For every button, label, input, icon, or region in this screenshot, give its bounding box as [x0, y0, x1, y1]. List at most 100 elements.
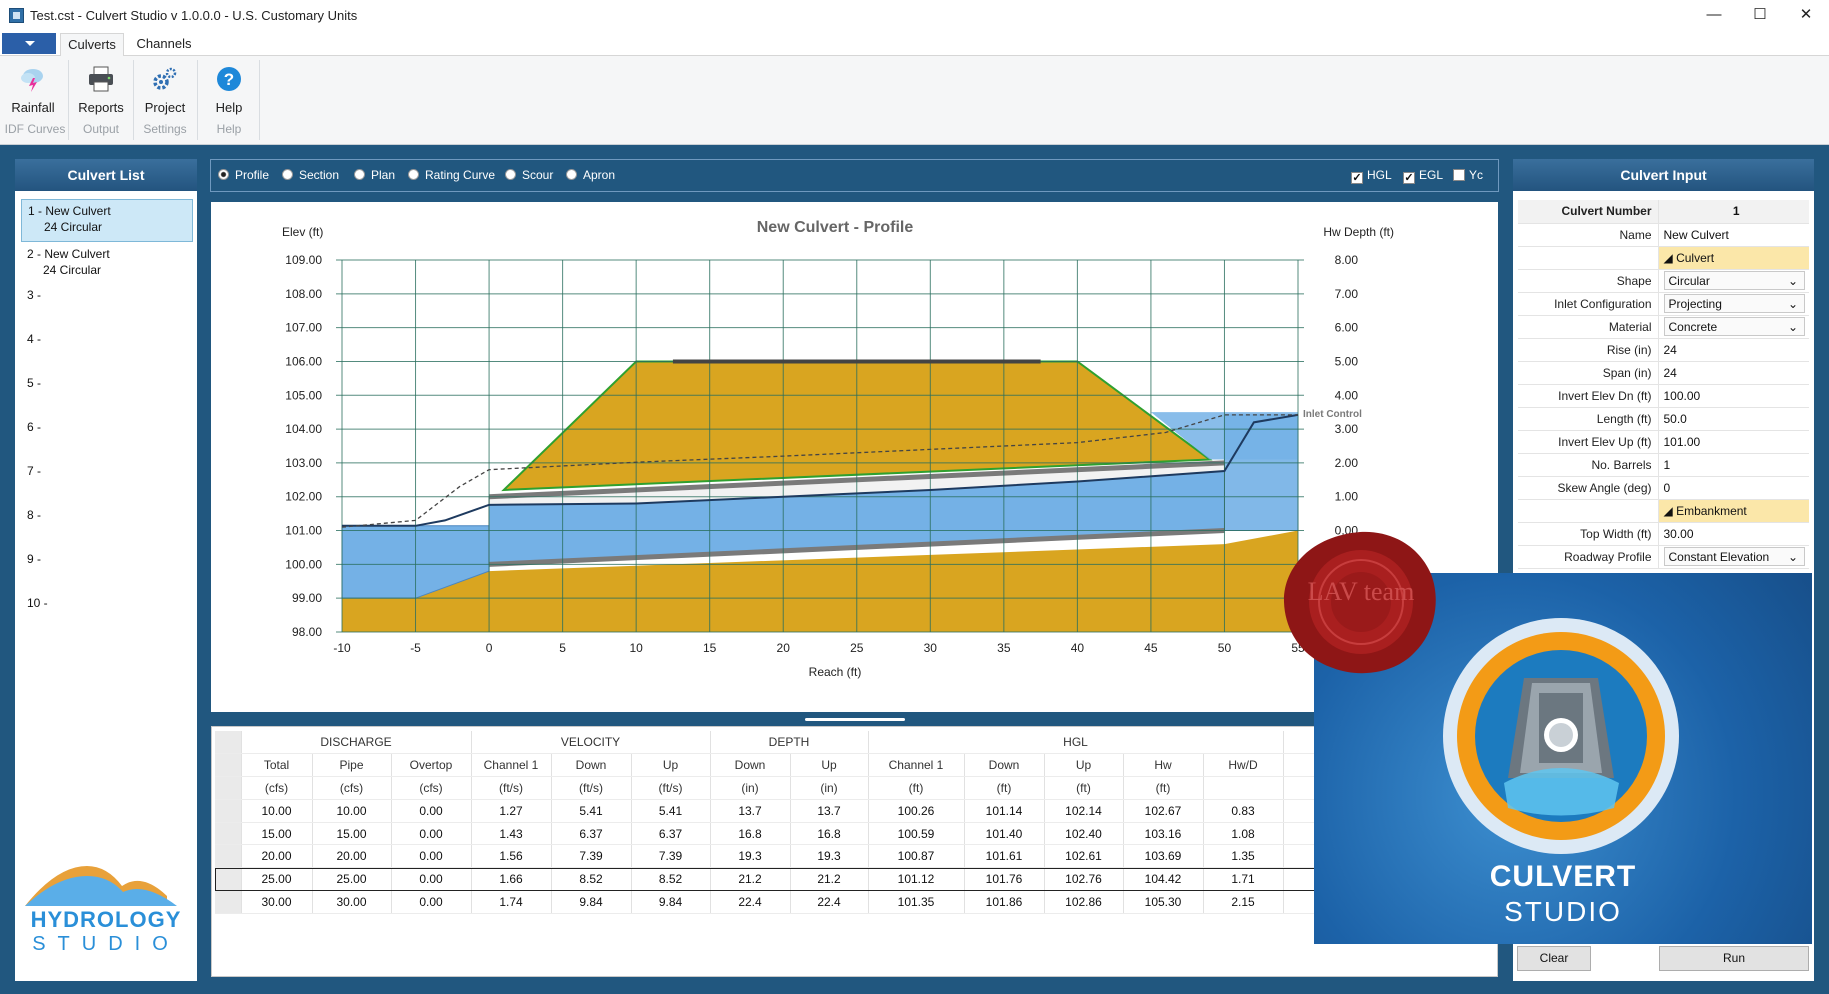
table-row[interactable]: 10.00 10.00 0.00 1.27 5.41 5.41 13.7 13.7 100.26…: [215, 799, 1324, 823]
y-tick-label: 101.00: [285, 524, 322, 538]
clear-button[interactable]: Clear: [1517, 946, 1591, 971]
span-field[interactable]: 24: [1657, 361, 1809, 385]
gears-icon: [153, 67, 177, 90]
table-cell: 101.12: [868, 867, 965, 892]
y-right-tick-label: 4.00: [1335, 388, 1359, 402]
culvert-list-item[interactable]: 9 -: [21, 551, 193, 571]
table-cell: 0.00: [391, 867, 472, 892]
view-check-hgl[interactable]: ✓ HGL: [1351, 168, 1392, 184]
table-cell: 8.52: [551, 867, 632, 892]
view-radio-apron[interactable]: Apron: [566, 168, 615, 182]
row-header[interactable]: [215, 867, 242, 892]
table-row[interactable]: 20.00 20.00 0.00 1.56 7.39 7.39 19.3 19.3 100.87…: [215, 844, 1324, 869]
table-cell: 10.00: [312, 799, 392, 823]
rating-table-panel: DISCHARGE VELOCITY DEPTH HGL Total Pipe Overto…: [211, 726, 1498, 977]
chevron-down-icon: ⌄: [1787, 319, 1798, 334]
table-cell: 102.67: [1123, 799, 1204, 823]
table-unit-header: (in): [790, 776, 869, 800]
material-select[interactable]: Concrete ⌄: [1663, 317, 1805, 336]
help-button[interactable]: ? Help: [202, 60, 256, 118]
table-cell: 101.76: [964, 867, 1045, 892]
row-header[interactable]: [215, 822, 242, 846]
culvert-list-item[interactable]: 3 -: [21, 287, 193, 307]
name-field[interactable]: New Culvert: [1657, 223, 1809, 247]
table-cell: 30.00: [241, 890, 313, 914]
table-cell: 13.7: [790, 799, 869, 823]
inlet-configuration-value: Projecting: [1668, 296, 1722, 311]
length-field[interactable]: 50.0: [1657, 407, 1809, 431]
culvert-list-item[interactable]: 1 - New Culvert 24 Circular: [21, 199, 193, 242]
reports-button[interactable]: Reports: [73, 60, 129, 118]
culvert-number-value[interactable]: 1: [1657, 200, 1809, 224]
maximize-button[interactable]: ☐: [1737, 0, 1783, 31]
roadway-profile-select[interactable]: Constant Elevation ⌄: [1663, 547, 1805, 566]
mountain-logo-icon: [25, 866, 177, 906]
view-radio-label: Section: [299, 168, 340, 182]
view-check-yc[interactable]: Yc: [1453, 168, 1483, 182]
ribbon-tab-bar: Culverts Channels: [0, 31, 1829, 56]
section-culvert-label: Culvert: [1676, 250, 1715, 265]
rise-field[interactable]: 24: [1657, 338, 1809, 362]
seal-text: LAV team: [1308, 577, 1415, 606]
culvert-list-item[interactable]: 2 - New Culvert 24 Circular: [21, 243, 193, 279]
view-radio-profile[interactable]: Profile: [218, 168, 269, 182]
view-radio-section[interactable]: Section: [282, 168, 339, 182]
table-cell: 6.37: [551, 822, 632, 846]
culvert-list-item[interactable]: 4 -: [21, 331, 193, 351]
table-row[interactable]: 25.00 25.00 0.00 1.66 8.52 8.52 21.2 21.2 101.12…: [215, 867, 1324, 892]
table-cell: 22.4: [790, 890, 869, 914]
table-row[interactable]: 30.00 30.00 0.00 1.74 9.84 9.84 22.4 22.4 101.35…: [215, 890, 1324, 914]
rainfall-button[interactable]: Rainfall: [6, 60, 60, 118]
table-group-header: HGL: [868, 731, 1284, 755]
culvert-list-item[interactable]: 6 -: [21, 419, 193, 439]
table-column-header: Overtop: [391, 753, 472, 778]
shape-label: Shape: [1518, 269, 1658, 293]
skew-angle-field[interactable]: 0: [1657, 476, 1809, 500]
run-button[interactable]: Run: [1659, 946, 1809, 971]
tab-culverts[interactable]: Culverts: [60, 33, 124, 56]
view-radio-rating-curve[interactable]: Rating Curve: [408, 168, 495, 182]
project-button[interactable]: Project: [137, 60, 193, 118]
view-radio-plan[interactable]: Plan: [354, 168, 395, 182]
y-tick-label: 103.00: [285, 456, 322, 470]
top-width-field[interactable]: 30.00: [1657, 522, 1809, 546]
tab-channels[interactable]: Channels: [130, 33, 198, 56]
inlet-configuration-select[interactable]: Projecting ⌄: [1663, 294, 1805, 313]
shape-select[interactable]: Circular ⌄: [1663, 271, 1805, 290]
minimize-button[interactable]: —: [1691, 0, 1737, 31]
file-menu-button[interactable]: [2, 33, 56, 54]
view-check-egl[interactable]: ✓ EGL: [1403, 168, 1443, 184]
table-cell: 102.40: [1044, 822, 1124, 846]
table-cell: 6.37: [631, 822, 711, 846]
section-embankment-toggle[interactable]: ◢ Embankment: [1657, 499, 1809, 523]
culvert-list-item-title: 2 - New Culvert: [27, 247, 110, 261]
section-culvert-toggle[interactable]: ◢ Culvert: [1657, 246, 1809, 270]
y-right-tick-label: 3.00: [1335, 422, 1359, 436]
table-cell: 103.69: [1123, 844, 1204, 869]
invert-elev-dn-field[interactable]: 100.00: [1657, 384, 1809, 408]
roadway-profile-value: Constant Elevation: [1668, 549, 1770, 564]
top-width-label: Top Width (ft): [1518, 522, 1658, 546]
splitter-handle[interactable]: [805, 718, 905, 721]
culvert-list-item[interactable]: 10 -: [21, 595, 193, 615]
row-header[interactable]: [215, 890, 242, 914]
table-cell: 20.00: [312, 844, 392, 869]
culvert-list-item[interactable]: 7 -: [21, 463, 193, 483]
invert-elev-up-field[interactable]: 101.00: [1657, 430, 1809, 454]
culvert-list-title: Culvert List: [15, 159, 197, 191]
close-button[interactable]: ✕: [1783, 0, 1829, 31]
radio-icon: [408, 169, 419, 180]
table-cell: 16.8: [790, 822, 869, 846]
roadway-profile-label: Roadway Profile: [1518, 545, 1658, 569]
row-header[interactable]: [215, 844, 242, 869]
table-cell: 102.76: [1044, 867, 1124, 892]
x-tick-label: -10: [333, 641, 351, 655]
no-barrels-field[interactable]: 1: [1657, 453, 1809, 477]
row-header[interactable]: [215, 799, 242, 823]
culvert-list-item[interactable]: 8 -: [21, 507, 193, 527]
x-tick-label: 15: [703, 641, 717, 655]
table-row[interactable]: 15.00 15.00 0.00 1.43 6.37 6.37 16.8 16.8 100.59…: [215, 822, 1324, 846]
table-cell: 102.61: [1044, 844, 1124, 869]
culvert-list-item[interactable]: 5 -: [21, 375, 193, 395]
view-radio-scour[interactable]: Scour: [505, 168, 553, 182]
